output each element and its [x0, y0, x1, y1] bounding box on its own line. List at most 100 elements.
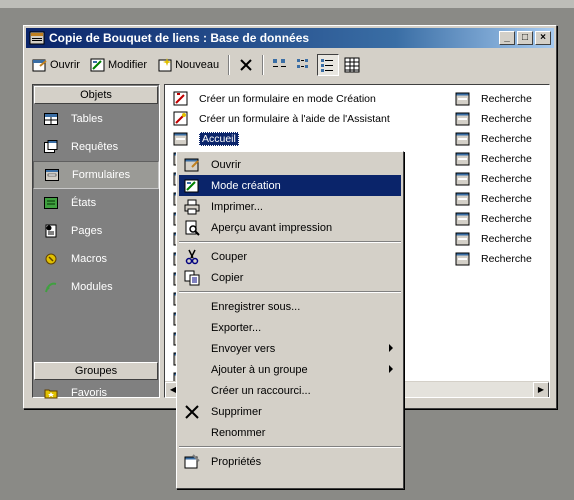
- menu-item-exporter[interactable]: Exporter...: [179, 317, 401, 338]
- toolbar: Ouvrir Modifier Nouveau: [28, 52, 552, 78]
- new-icon: [158, 58, 172, 72]
- menu-item-creer-un-raccourci[interactable]: Créer un raccourci...: [179, 380, 401, 401]
- list-item[interactable]: Recherche: [455, 229, 532, 249]
- list-item-selected[interactable]: Accueil: [173, 129, 239, 149]
- cut-icon: [181, 248, 203, 266]
- list-item[interactable]: Créer un formulaire à l'aide de l'Assist…: [173, 109, 390, 129]
- form-icon: [455, 192, 470, 206]
- sidebar-item-label: Tables: [71, 113, 103, 125]
- menu-item-imprimer[interactable]: Imprimer...: [179, 196, 401, 217]
- properties-icon: [181, 453, 203, 471]
- sidebar-item-favorites[interactable]: Favoris: [33, 381, 159, 405]
- list-view-button[interactable]: [317, 54, 340, 76]
- menu-item-proprietes[interactable]: Propriétés: [179, 451, 401, 472]
- list-item-label: Recherche: [481, 133, 532, 145]
- modify-label: Modifier: [107, 59, 148, 71]
- list-item[interactable]: Recherche: [455, 109, 532, 129]
- new-button[interactable]: Nouveau: [153, 54, 223, 76]
- list-item-label: Recherche: [481, 113, 532, 125]
- menu-item-label: Supprimer: [211, 405, 262, 418]
- menu-item-enregistrer-sous[interactable]: Enregistrer sous...: [179, 296, 401, 317]
- menu-item-apercu-avant-impression[interactable]: Aperçu avant impression: [179, 217, 401, 238]
- sidebar-item-label: États: [71, 197, 97, 209]
- menu-separator: [179, 241, 401, 243]
- menu-item-label: Imprimer...: [211, 200, 263, 213]
- sidebar-item-reports[interactable]: États: [33, 189, 159, 217]
- form-icon: [455, 152, 470, 166]
- design-icon: [90, 58, 105, 72]
- menu-item-couper[interactable]: Couper: [179, 246, 401, 267]
- menu-item-label: Ajouter à un groupe: [211, 363, 308, 376]
- sidebar-item-label: Macros: [71, 253, 108, 265]
- large-icons-button[interactable]: [269, 54, 291, 76]
- menu-icon-placeholder: [181, 340, 203, 358]
- form-icon: [455, 172, 470, 186]
- table-icon: [43, 111, 59, 127]
- list-item[interactable]: Recherche: [455, 189, 532, 209]
- menu-icon-placeholder: [181, 361, 203, 379]
- details-view-button[interactable]: [341, 54, 363, 76]
- list-item[interactable]: Créer un formulaire en mode Création: [173, 89, 376, 109]
- sidebar-item-forms[interactable]: Formulaires: [33, 161, 159, 189]
- modify-button[interactable]: Modifier: [86, 54, 151, 76]
- list-item[interactable]: Recherche: [455, 129, 532, 149]
- menu-separator: [179, 446, 401, 448]
- delete-icon: [181, 403, 203, 421]
- menu-item-envoyer-vers[interactable]: Envoyer vers: [179, 338, 401, 359]
- list-item-label: Accueil: [199, 132, 239, 146]
- groups-header[interactable]: Groupes: [34, 362, 158, 380]
- close-button[interactable]: ×: [535, 31, 551, 45]
- page-icon: [43, 223, 59, 239]
- menu-item-ajouter-a-un-groupe[interactable]: Ajouter à un groupe: [179, 359, 401, 380]
- objects-sidebar: Objets Tables Requêtes Formulaires États…: [32, 84, 160, 399]
- list-item-label: Recherche: [481, 193, 532, 205]
- scroll-right-button[interactable]: ▶: [533, 382, 549, 397]
- submenu-arrow-icon: [389, 365, 393, 373]
- sidebar-item-macros[interactable]: Macros: [33, 245, 159, 273]
- sidebar-item-label: Favoris: [71, 387, 108, 399]
- menu-item-label: Mode création: [211, 179, 281, 192]
- menu-item-ouvrir[interactable]: Ouvrir: [179, 154, 401, 175]
- menu-item-label: Copier: [211, 271, 244, 284]
- form-icon: [44, 167, 60, 183]
- objects-header[interactable]: Objets: [34, 86, 158, 104]
- list-item[interactable]: Recherche: [455, 89, 532, 109]
- list-item[interactable]: Recherche: [455, 149, 532, 169]
- menu-item-copier[interactable]: Copier: [179, 267, 401, 288]
- menu-item-label: Aperçu avant impression: [211, 221, 333, 234]
- menu-icon-placeholder: [181, 382, 203, 400]
- menu-item-label: Enregistrer sous...: [211, 300, 301, 313]
- list-item-label: Recherche: [481, 253, 532, 265]
- list-item[interactable]: Recherche: [455, 169, 532, 189]
- sidebar-item-label: Modules: [71, 281, 113, 293]
- form-icon: [455, 112, 470, 126]
- sidebar-item-modules[interactable]: Modules: [33, 273, 159, 301]
- form-icon: [455, 232, 470, 246]
- menu-item-label: Créer un raccourci...: [211, 384, 311, 397]
- list-item[interactable]: Recherche: [455, 249, 532, 269]
- sidebar-item-pages[interactable]: Pages: [33, 217, 159, 245]
- list-view-icon: [321, 59, 334, 72]
- delete-toolbar-button[interactable]: [235, 54, 257, 76]
- sidebar-item-queries[interactable]: Requêtes: [33, 133, 159, 161]
- title-bar[interactable]: Copie de Bouquet de liens : Base de donn…: [26, 28, 554, 48]
- menu-item-mode-creation[interactable]: Mode création: [179, 175, 401, 196]
- menu-item-label: Envoyer vers: [211, 342, 276, 355]
- print-preview-icon: [181, 219, 203, 237]
- menu-item-label: Exporter...: [211, 321, 262, 334]
- menu-item-renommer[interactable]: Renommer: [179, 422, 401, 443]
- menu-item-label: Couper: [211, 250, 248, 263]
- form-icon: [455, 132, 470, 146]
- sidebar-item-tables[interactable]: Tables: [33, 105, 159, 133]
- submenu-arrow-icon: [389, 344, 393, 352]
- list-item[interactable]: Recherche: [455, 209, 532, 229]
- macro-icon: [43, 251, 59, 267]
- maximize-button[interactable]: □: [517, 31, 533, 45]
- open-button[interactable]: Ouvrir: [28, 54, 84, 76]
- small-icons-button[interactable]: [293, 54, 315, 76]
- toolbar-separator: [228, 55, 231, 75]
- menu-item-label: Renommer: [211, 426, 266, 439]
- menu-item-supprimer[interactable]: Supprimer: [179, 401, 401, 422]
- minimize-button[interactable]: _: [499, 31, 515, 45]
- favorites-icon: [43, 385, 59, 401]
